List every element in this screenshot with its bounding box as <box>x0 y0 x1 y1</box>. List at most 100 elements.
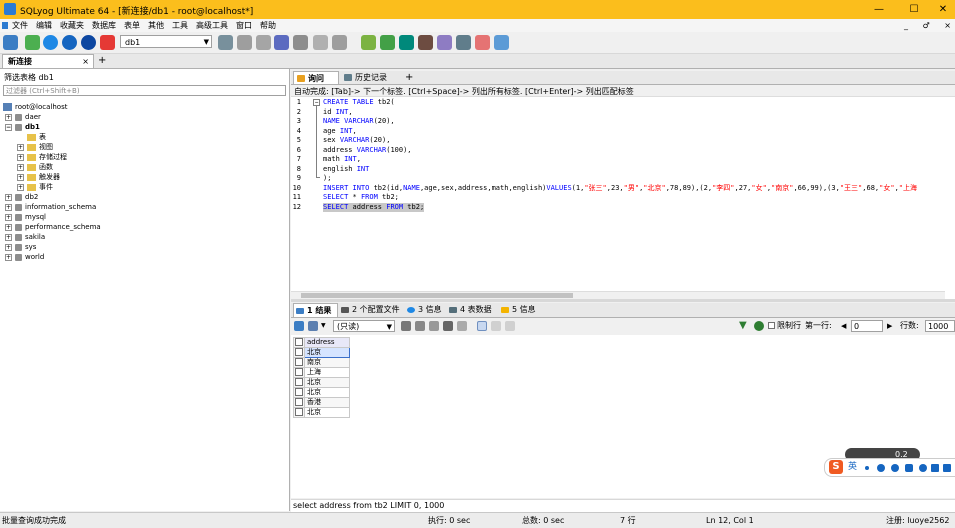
next-page-icon[interactable]: ▶ <box>887 321 892 331</box>
minimize-button[interactable]: — <box>864 0 894 19</box>
expand-icon[interactable]: + <box>17 153 24 161</box>
stop-query-icon[interactable] <box>81 35 96 50</box>
mdi-minimize-button[interactable]: _ <box>904 21 908 30</box>
expand-icon[interactable]: + <box>5 193 12 201</box>
row-checkbox[interactable] <box>295 348 303 356</box>
row-checkbox[interactable] <box>295 408 303 416</box>
table-row[interactable]: 北京 <box>293 387 350 398</box>
form-view-icon[interactable] <box>491 321 501 331</box>
menu-help[interactable]: 帮助 <box>256 19 280 32</box>
filter-input[interactable]: 过滤器 (Ctrl+Shift+B) <box>3 85 286 96</box>
table-cell[interactable]: 北京 <box>304 347 350 358</box>
edit-mode-select[interactable]: (只读) ▼ <box>333 320 395 332</box>
duplicate-icon[interactable] <box>415 321 425 331</box>
db-node-mysql[interactable]: + mysql <box>5 212 46 222</box>
cancel-icon[interactable] <box>457 321 467 331</box>
tab-history[interactable]: 历史记录 <box>341 71 403 84</box>
select-all-checkbox[interactable] <box>295 338 303 346</box>
punctuation-icon[interactable] <box>865 466 869 470</box>
text-view-icon[interactable] <box>505 321 515 331</box>
tab-info[interactable]: 3 信息 <box>405 303 445 317</box>
grid-view-icon[interactable] <box>477 321 487 331</box>
table-cell[interactable]: 北京 <box>304 387 350 398</box>
fold-toggle-icon[interactable]: − <box>313 99 320 106</box>
user-manager-icon[interactable] <box>218 35 233 50</box>
row-checkbox[interactable] <box>295 388 303 396</box>
row-checkbox[interactable] <box>295 358 303 366</box>
add-connection-button[interactable]: + <box>98 55 106 67</box>
emoji-icon[interactable] <box>877 464 885 472</box>
tab-info-2[interactable]: 5 信息 <box>499 303 539 317</box>
expand-icon[interactable]: + <box>5 113 12 121</box>
limit-rows-toggle[interactable]: 限制行 <box>768 321 801 331</box>
table-cell[interactable]: 北京 <box>304 407 350 418</box>
add-query-tab-button[interactable]: + <box>405 71 413 84</box>
tab-table-data[interactable]: 4 表数据 <box>447 303 499 317</box>
toolbox-icon[interactable] <box>943 464 951 472</box>
expand-icon[interactable]: + <box>17 163 24 171</box>
table-structure-icon[interactable] <box>313 35 328 50</box>
row-count-input[interactable]: 1000 <box>925 320 955 332</box>
job-agent-icon[interactable] <box>437 35 452 50</box>
expand-icon[interactable]: + <box>17 173 24 181</box>
schema-sync-icon[interactable] <box>399 35 414 50</box>
menu-other[interactable]: 其他 <box>144 19 168 32</box>
sort-icon[interactable] <box>754 321 764 331</box>
mdi-close-button[interactable]: × <box>944 21 951 30</box>
refresh-icon[interactable] <box>100 35 115 50</box>
menu-edit[interactable]: 编辑 <box>32 19 56 32</box>
report-icon[interactable] <box>456 35 471 50</box>
db-node-performance-schema[interactable]: + performance_schema <box>5 222 101 232</box>
execute-all-icon[interactable] <box>62 35 77 50</box>
tab-query[interactable]: 询问 <box>293 71 339 84</box>
row-checkbox-cell[interactable] <box>293 357 305 368</box>
sql-editor[interactable]: 1 2 3 4 5 6 7 8 9 10 11 12 − CREATE TABL… <box>291 96 955 301</box>
sync-icon[interactable] <box>361 35 376 50</box>
skin-icon[interactable] <box>931 464 939 472</box>
table-row[interactable]: 北京 <box>293 347 350 358</box>
db1-views-node[interactable]: + 视图 <box>17 142 53 152</box>
db1-tables-node[interactable]: 表 <box>27 132 46 142</box>
voice-icon[interactable] <box>891 464 899 472</box>
db1-events-node[interactable]: + 事件 <box>17 182 53 192</box>
table-cell[interactable]: 香港 <box>304 397 350 408</box>
delete-icon[interactable] <box>443 321 453 331</box>
expand-icon[interactable]: + <box>17 183 24 191</box>
save-icon[interactable] <box>429 321 439 331</box>
table-cell[interactable]: 北京 <box>304 377 350 388</box>
collapse-icon[interactable]: − <box>5 123 12 131</box>
migration-icon[interactable] <box>418 35 433 50</box>
connection-tab[interactable]: 新连接 × <box>2 54 94 68</box>
editor-results-splitter[interactable] <box>291 299 955 302</box>
table-row[interactable]: 上海 <box>293 367 350 378</box>
db-node-db2[interactable]: + db2 <box>5 192 38 202</box>
db-node-db1[interactable]: − db1 <box>5 122 40 132</box>
limit-rows-checkbox[interactable] <box>768 322 775 329</box>
database-select[interactable]: db1 ▼ <box>120 35 212 48</box>
chevron-down-icon[interactable]: ▼ <box>321 322 326 329</box>
expand-icon[interactable]: + <box>17 143 24 151</box>
user-icon[interactable] <box>919 464 927 472</box>
editor-horizontal-scrollbar[interactable] <box>291 291 945 299</box>
new-connection-icon[interactable] <box>3 35 18 50</box>
tab-profile[interactable]: 2 个配置文件 <box>339 303 403 317</box>
row-checkbox-cell[interactable] <box>293 397 305 408</box>
expand-icon[interactable]: + <box>5 233 12 241</box>
close-window-button[interactable]: ✕ <box>928 0 955 19</box>
row-checkbox[interactable] <box>295 398 303 406</box>
query-builder-icon[interactable] <box>494 35 509 50</box>
table-row[interactable]: 香港 <box>293 397 350 408</box>
menu-favorites[interactable]: 收藏夹 <box>56 19 88 32</box>
index-icon[interactable] <box>332 35 347 50</box>
table-row[interactable]: 北京 <box>293 407 350 418</box>
db-node-daer[interactable]: + daer <box>5 112 41 122</box>
copy-db-icon[interactable] <box>380 35 395 50</box>
expand-icon[interactable]: + <box>5 213 12 221</box>
db-node-sakila[interactable]: + sakila <box>5 232 45 242</box>
sogou-logo-icon[interactable]: S <box>829 460 843 474</box>
filter-icon[interactable]: ▼ <box>739 321 747 331</box>
db1-triggers-node[interactable]: + 触发器 <box>17 172 60 182</box>
notifications-icon[interactable] <box>475 35 490 50</box>
copy-row-icon[interactable] <box>401 321 411 331</box>
table-cell[interactable]: 南京 <box>304 357 350 368</box>
